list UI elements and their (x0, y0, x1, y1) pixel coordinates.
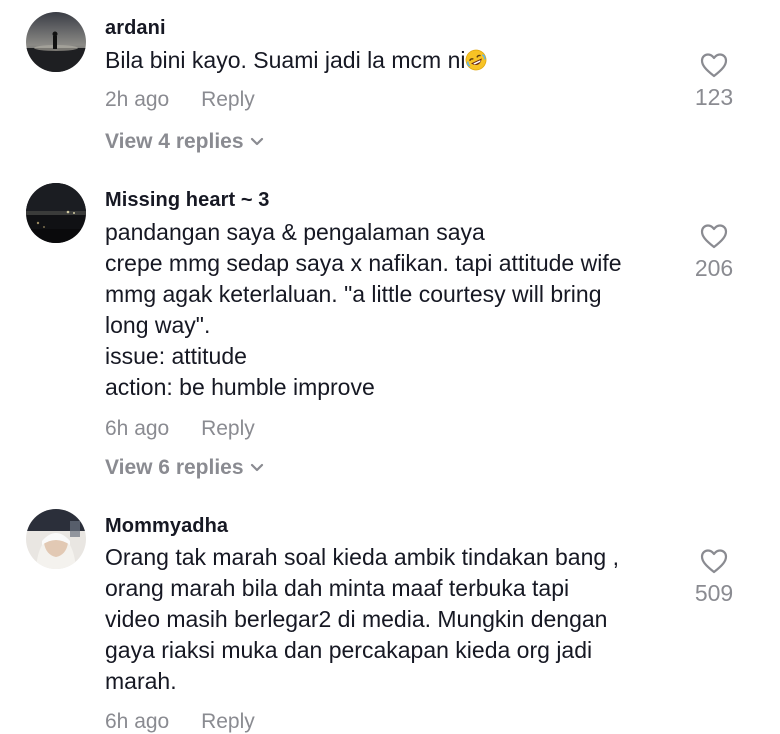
comment-text: pandangan saya & pengalaman saya crepe m… (105, 219, 622, 400)
comment-meta: 2h ago Reply (105, 88, 255, 112)
chevron-down-icon (250, 138, 263, 146)
comment-text-body: Bila bini kayo. Suami jadi la mcm ni (105, 47, 466, 73)
view-replies-button[interactable]: View 6 replies (105, 456, 264, 480)
comment-username[interactable]: ardani (105, 17, 166, 40)
comment-text: Bila bini kayo. Suami jadi la mcm ni (105, 45, 675, 76)
comment-time: 2h ago (105, 88, 170, 111)
comment-meta: 6h ago Reply (105, 417, 255, 441)
comment-time: 6h ago (105, 710, 170, 733)
avatar[interactable] (26, 12, 86, 72)
comment-username[interactable]: Missing heart ~ 3 (105, 189, 270, 212)
like-count: 509 (694, 580, 734, 606)
like-button[interactable]: 123 (684, 52, 744, 111)
comment-meta: 6h ago Reply (105, 710, 255, 734)
heart-outline-icon (700, 53, 728, 78)
view-replies-label: View 6 replies (105, 456, 244, 479)
like-count: 206 (694, 255, 734, 281)
like-count: 123 (694, 84, 734, 110)
reply-button[interactable]: Reply (201, 710, 255, 733)
view-replies-label: View 4 replies (105, 130, 244, 153)
avatar[interactable] (26, 509, 86, 569)
heart-outline-icon (700, 224, 728, 249)
chevron-down-icon (250, 464, 263, 472)
comment-time: 6h ago (105, 417, 170, 440)
avatar[interactable] (26, 183, 86, 243)
view-replies-button[interactable]: View 4 replies (105, 130, 264, 154)
reply-button[interactable]: Reply (201, 417, 255, 440)
like-button[interactable]: 509 (684, 548, 744, 607)
heart-outline-icon (700, 549, 728, 574)
comment-text: Orang tak marah soal kieda ambik tindaka… (105, 544, 619, 694)
comment-username[interactable]: Mommyadha (105, 515, 228, 538)
reply-button[interactable]: Reply (201, 88, 255, 111)
like-button[interactable]: 206 (684, 223, 744, 282)
rolling-on-floor-laughing-emoji (466, 49, 487, 71)
